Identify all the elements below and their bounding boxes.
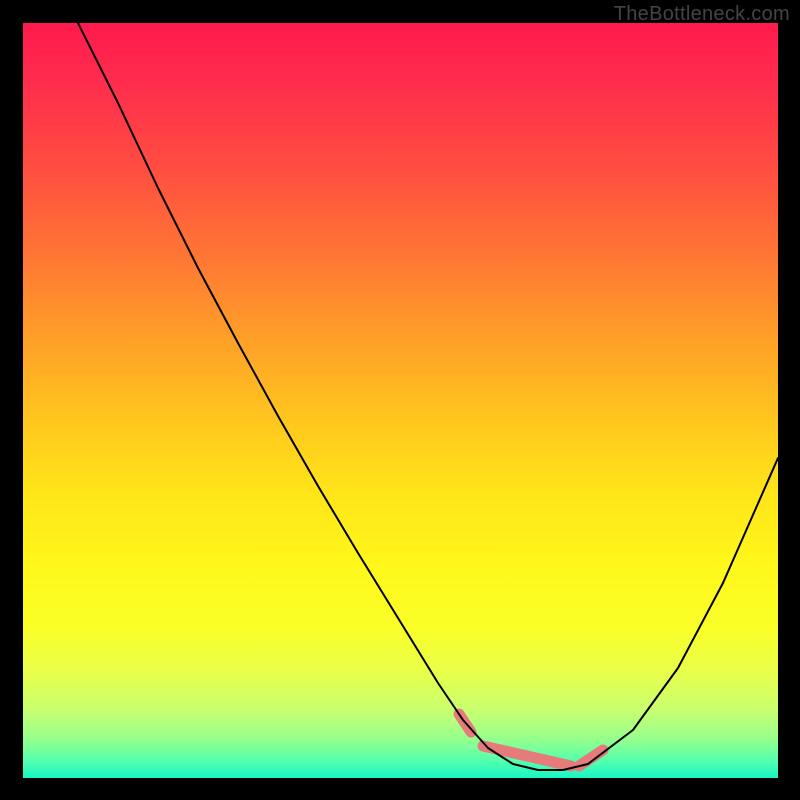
curve-highlight-2	[483, 746, 571, 766]
chart-svg	[23, 23, 778, 778]
plot-area	[23, 23, 778, 778]
curve-highlight-3	[579, 750, 603, 766]
chart-frame: TheBottleneck.com	[0, 0, 800, 800]
bottleneck-curve	[78, 23, 778, 770]
